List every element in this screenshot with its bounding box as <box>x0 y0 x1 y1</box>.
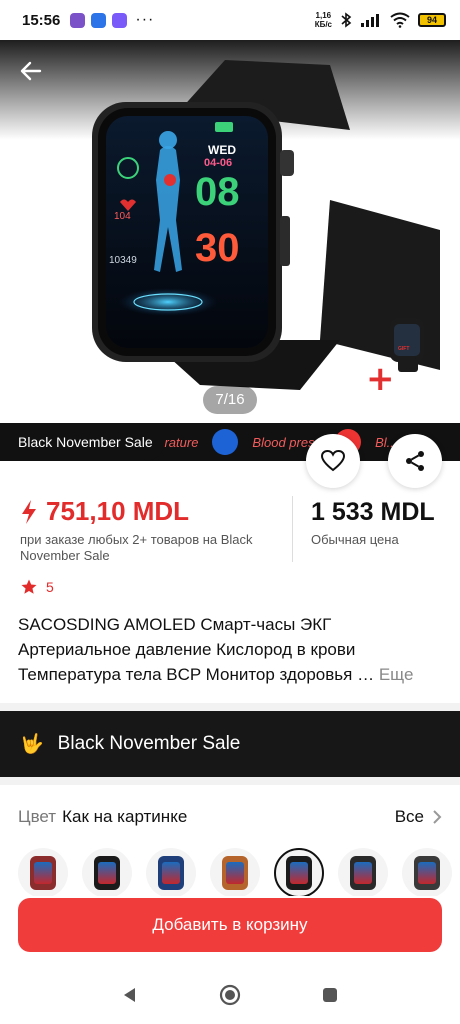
status-bar: 15:56 ··· 1,16 КБ/с 94 <box>0 0 460 40</box>
battery-icon: 94 <box>418 13 446 27</box>
color-swatch[interactable] <box>82 848 132 896</box>
regular-price: 1 533 MDL <box>311 498 435 526</box>
share-icon <box>406 451 424 471</box>
system-nav-bar <box>0 966 460 1024</box>
svg-text:+: + <box>366 359 395 399</box>
gift-label: GIFT <box>398 346 410 352</box>
viber-icon <box>70 12 86 28</box>
nav-back-icon[interactable] <box>121 986 139 1004</box>
price-divider <box>292 496 293 562</box>
color-swatches <box>18 848 460 896</box>
nav-recents-icon[interactable] <box>321 986 339 1004</box>
sale-price-value: 751,10 MDL <box>46 496 190 526</box>
color-swatch[interactable] <box>18 848 68 896</box>
color-value: Как на картинке <box>62 807 188 826</box>
product-title: SACOSDING AMOLED Смарт-часы ЭКГ Артериал… <box>18 612 443 687</box>
blood-pressure-icon <box>212 429 239 455</box>
color-swatch[interactable] <box>210 848 260 896</box>
network-speed: 1,16 КБ/с <box>315 11 332 29</box>
lightning-icon <box>22 499 36 524</box>
heart-icon <box>320 449 346 472</box>
hand-emoji-icon: 🤟 <box>20 734 44 755</box>
section-divider <box>0 703 460 711</box>
product-gallery[interactable]: + WED 04-06 08 30 104 10349 GIFT 7/16 <box>0 40 460 460</box>
title-more-link[interactable]: Еще <box>379 665 414 684</box>
product-title-text: SACOSDING AMOLED Смарт-часы ЭКГ Артериал… <box>18 615 375 684</box>
signal-icon <box>361 14 379 27</box>
color-selector-header[interactable]: Цвет Как на картинке Все <box>18 803 442 831</box>
chevron-right-icon <box>433 810 442 824</box>
nav-home-icon[interactable] <box>219 984 241 1006</box>
color-all-link[interactable]: Все <box>395 807 442 827</box>
more-notifications-icon: ··· <box>135 11 155 28</box>
watch-steps: 10349 <box>109 255 137 266</box>
promo-label: Black November Sale <box>0 423 165 461</box>
rating-value: 5 <box>46 579 54 595</box>
wifi-icon <box>390 12 410 28</box>
price-block: 751,10 MDL при заказе любых 2+ товаров н… <box>0 494 460 574</box>
network-speed-unit: КБ/с <box>314 20 332 29</box>
bluetooth-icon <box>341 12 352 28</box>
color-swatch[interactable] <box>338 848 388 896</box>
color-all-label: Все <box>394 807 424 826</box>
sale-price-note: при заказе любых 2+ товаров на Black Nov… <box>20 532 253 563</box>
network-speed-value: 1,16 <box>315 11 332 20</box>
image-counter: 7/16 <box>203 386 257 414</box>
rating[interactable]: 5 <box>20 578 54 596</box>
watch-minute: 30 <box>195 226 240 270</box>
sale-price: 751,10 MDL <box>20 496 189 527</box>
promo-ticker: perature Blood press Bl...gen <box>150 423 419 461</box>
color-swatch[interactable] <box>402 848 452 896</box>
watch-date: 04-06 <box>204 157 233 169</box>
sale-banner[interactable]: 🤟 Black November Sale <box>0 711 460 777</box>
section-divider <box>0 777 460 785</box>
wishlist-button[interactable] <box>306 434 360 488</box>
add-to-cart-button[interactable]: Добавить в корзину <box>18 898 442 952</box>
share-button[interactable] <box>388 434 442 488</box>
watch-hour: 08 <box>195 170 240 214</box>
status-right: 1,16 КБ/с 94 <box>315 11 446 29</box>
star-icon <box>21 579 37 594</box>
status-time: 15:56 <box>22 11 61 29</box>
app-icon <box>112 12 128 28</box>
sale-banner-text: Black November Sale <box>57 733 241 754</box>
color-swatch-selected[interactable] <box>274 848 324 896</box>
watch-day: WED <box>208 143 236 157</box>
watch-heart-rate: 104 <box>114 211 131 222</box>
regular-price-label: Обычная цена <box>311 532 399 547</box>
color-swatch[interactable] <box>146 848 196 896</box>
back-button[interactable] <box>18 58 48 88</box>
chat-icon <box>91 12 107 28</box>
color-label: Цвет <box>18 807 57 826</box>
arrow-left-icon <box>20 61 42 81</box>
